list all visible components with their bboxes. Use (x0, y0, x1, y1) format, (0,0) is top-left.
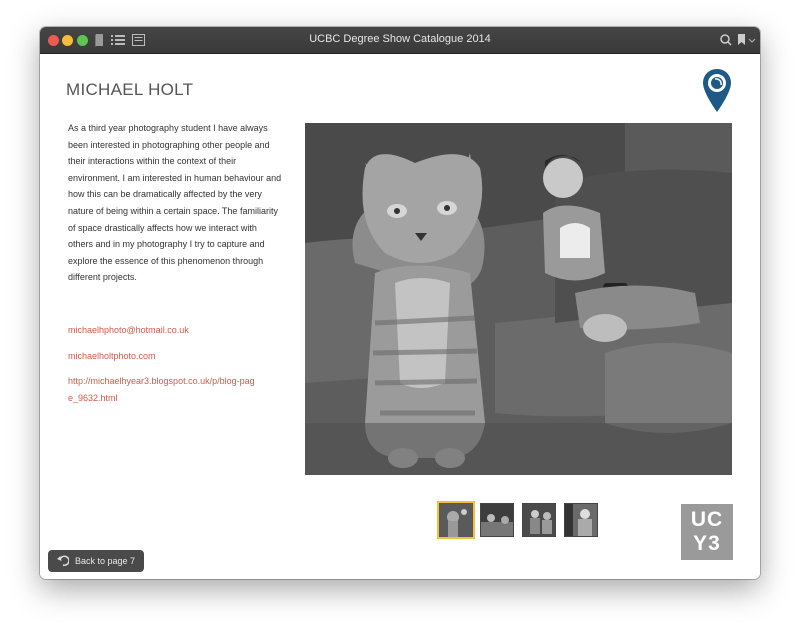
thumbnail-3-image (523, 504, 555, 536)
page-content: MICHAEL HOLT As a third year photography… (40, 54, 760, 579)
email-link[interactable]: michaelhphoto@hotmail.co.uk (68, 322, 189, 339)
location-pin-icon[interactable] (702, 68, 732, 114)
back-arrow-icon (57, 555, 69, 566)
app-window: UCBC Degree Show Catalogue 2014 MICHAEL … (40, 27, 760, 579)
chevron-down-icon[interactable] (748, 33, 756, 47)
website-link[interactable]: michaelholtphoto.com (68, 348, 156, 365)
thumbnail-2-image (481, 504, 513, 536)
cat-and-boy-photo (305, 123, 732, 475)
logo-line-2: Y3 (693, 532, 721, 555)
back-button-label: Back to page 7 (75, 556, 136, 566)
thumbnail-1[interactable] (437, 501, 475, 539)
artist-name: MICHAEL HOLT (66, 80, 194, 99)
thumbnail-2[interactable] (480, 503, 514, 537)
window-title: UCBC Degree Show Catalogue 2014 (309, 33, 491, 45)
logo-line-1: UC (690, 508, 724, 531)
search-icon[interactable] (720, 33, 732, 47)
artist-bio: As a third year photography student I ha… (68, 123, 282, 283)
thumbnail-4[interactable] (564, 503, 598, 537)
thumbnail-1-image (439, 503, 473, 537)
ucy3-logo: UC Y3 (681, 504, 733, 560)
bookmark-icon[interactable] (738, 33, 746, 47)
main-photo (305, 123, 732, 475)
thumbnail-3[interactable] (522, 503, 556, 537)
back-to-page-button[interactable]: Back to page 7 (48, 550, 144, 572)
blog-link[interactable]: http://michaelhyear3.blogspot.co.uk/p/bl… (68, 373, 258, 406)
title-bar: UCBC Degree Show Catalogue 2014 (40, 27, 760, 54)
thumbnail-4-image (565, 504, 597, 536)
